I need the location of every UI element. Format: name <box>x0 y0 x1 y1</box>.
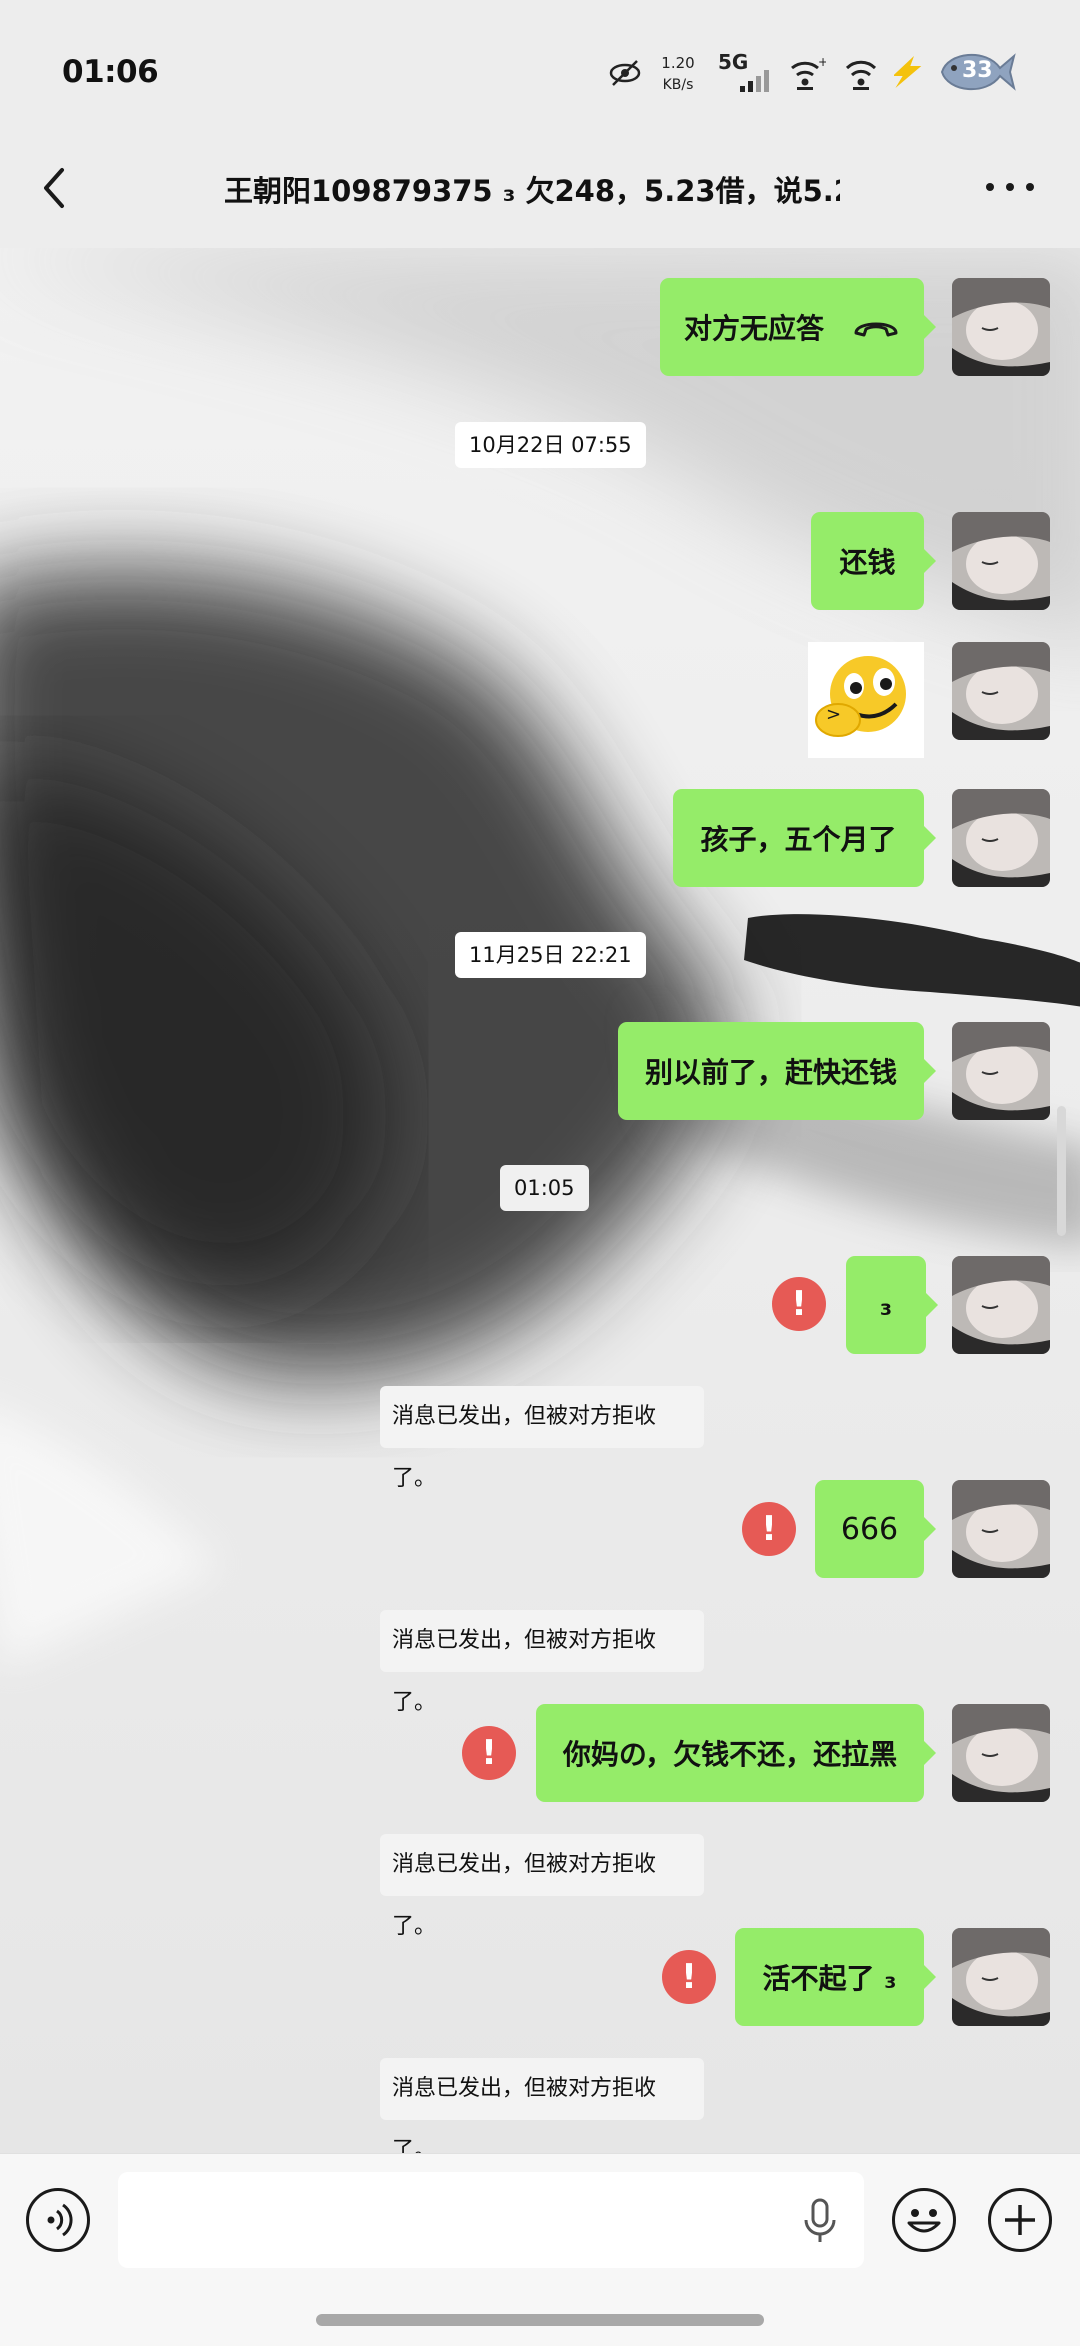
avatar-image <box>952 1022 1050 1120</box>
avatar[interactable] <box>952 278 1050 376</box>
avatar-image <box>952 278 1050 376</box>
avatar[interactable] <box>952 1928 1050 2026</box>
wifi-icon <box>845 60 877 90</box>
call-record-bubble[interactable]: 对方无应答 <box>660 278 936 376</box>
wifi-hotspot-icon: + <box>791 56 826 90</box>
emoji-button[interactable] <box>892 2188 956 2252</box>
battery-fish-icon: 33 <box>938 46 1018 98</box>
message-bubble[interactable]: 活不起了 ₃ <box>735 1928 936 2026</box>
battery-level: 33 <box>962 58 993 83</box>
avatar-image <box>952 1928 1050 2026</box>
net-speed-value: 1.20 <box>661 54 695 72</box>
send-failed-icon[interactable]: ! <box>662 1950 716 2004</box>
rejected-notice: 消息已发出，但被对方拒收了。 <box>380 1610 704 1715</box>
timestamp: 01:05 <box>500 1165 589 1211</box>
message-bubble[interactable]: 还钱 <box>811 512 936 610</box>
message-text: 还钱 <box>839 546 896 579</box>
signal-icon <box>740 70 769 92</box>
clock: 01:06 <box>62 54 159 90</box>
message-bubble[interactable]: 别以前了，赶快还钱 <box>618 1022 936 1120</box>
avatar[interactable] <box>952 1256 1050 1354</box>
avatar[interactable] <box>952 1022 1050 1120</box>
send-failed-icon[interactable]: ! <box>462 1726 516 1780</box>
avatar-image <box>952 1480 1050 1578</box>
message-text: 666 <box>840 1511 899 1547</box>
net-speed: 1.20 KB/s <box>658 52 698 96</box>
chat-header: 王朝阳109879375 ₃ 欠248，5.23借，说5.26还 ₃ <box>0 130 1080 248</box>
home-indicator[interactable] <box>316 2314 764 2326</box>
hangup-icon <box>854 322 898 337</box>
rejected-notice: 消息已发出，但被对方拒收了。 <box>380 1834 704 1939</box>
send-failed-icon[interactable]: ! <box>772 1277 826 1331</box>
avatar-image <box>952 512 1050 610</box>
avatar[interactable] <box>952 789 1050 887</box>
more-options-icon[interactable] <box>980 162 1040 212</box>
message-text: 别以前了，赶快还钱 <box>644 1056 897 1089</box>
chat-title: 王朝阳109879375 ₃ 欠248，5.23借，说5.26还 ₃ <box>224 174 840 208</box>
status-bar: 01:06 1.20 KB/s 5G + 33 <box>0 0 1080 130</box>
message-bubble[interactable]: 孩子，五个月了 <box>673 789 936 887</box>
avatar-image <box>952 1256 1050 1354</box>
message-text: 孩子，五个月了 <box>700 823 897 856</box>
avatar[interactable] <box>952 1704 1050 1802</box>
scrollbar[interactable] <box>1057 1106 1066 1236</box>
avatar[interactable] <box>952 512 1050 610</box>
avatar-image <box>952 789 1050 887</box>
eye-off-icon <box>609 60 641 86</box>
svg-text:>: > <box>826 704 841 725</box>
message-text: ₃ <box>879 1288 893 1322</box>
charging-icon <box>894 56 922 88</box>
avatar-image <box>952 642 1050 740</box>
voice-icon <box>47 2203 73 2237</box>
rejected-notice: 消息已发出，但被对方拒收了。 <box>380 2058 704 2163</box>
message-bubble[interactable]: 666 <box>815 1480 936 1578</box>
net-speed-unit: KB/s <box>662 77 694 93</box>
more-actions-button[interactable] <box>988 2188 1052 2252</box>
send-failed-icon[interactable]: ! <box>742 1502 796 1556</box>
avatar-image <box>952 1704 1050 1802</box>
smirk-emoji-sticker[interactable]: > <box>808 642 924 758</box>
microphone-icon[interactable] <box>800 2196 840 2248</box>
timestamp: 11月25日 22:21 <box>455 932 646 978</box>
message-text: 你妈の，欠钱不还，还拉黑 <box>562 1738 898 1771</box>
timestamp: 10月22日 07:55 <box>455 422 646 468</box>
avatar[interactable] <box>952 642 1050 740</box>
message-bubble[interactable]: 你妈の，欠钱不还，还拉黑 <box>536 1704 936 1802</box>
plus-icon <box>1005 2205 1035 2235</box>
message-bubble[interactable]: ₃ <box>846 1256 938 1354</box>
message-input[interactable] <box>118 2172 864 2268</box>
voice-toggle-button[interactable] <box>26 2188 90 2252</box>
rejected-notice: 消息已发出，但被对方拒收了。 <box>380 1386 704 1491</box>
avatar[interactable] <box>952 1480 1050 1578</box>
smiley-icon <box>907 2209 941 2233</box>
input-bar <box>0 2153 1080 2346</box>
sticker-image: > <box>815 656 906 737</box>
message-text: 活不起了 ₃ <box>762 1962 897 1995</box>
back-arrow-icon[interactable] <box>30 160 86 216</box>
svg-text:+: + <box>818 56 826 69</box>
call-status-text: 对方无应答 <box>683 312 824 345</box>
